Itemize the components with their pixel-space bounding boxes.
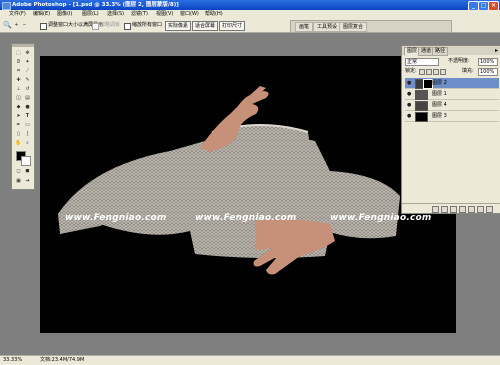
lock-label: 锁定: bbox=[405, 68, 417, 74]
lock-transparency-icon[interactable] bbox=[419, 69, 425, 75]
layer-row-3[interactable]: ● 图层 3 bbox=[405, 111, 499, 122]
pen-tool-icon[interactable]: ✒ bbox=[15, 122, 22, 129]
layer-style-icon[interactable] bbox=[441, 206, 448, 213]
palette-tab-brushes[interactable]: 画笔 bbox=[295, 22, 314, 32]
blur-tool-icon[interactable]: ◆ bbox=[15, 104, 22, 111]
add-mask-icon[interactable] bbox=[450, 206, 457, 213]
visibility-eye-icon[interactable]: ● bbox=[407, 114, 411, 119]
layer-thumbnail bbox=[415, 112, 428, 122]
document-canvas[interactable]: www.Fengniao.com www.Fengniao.com www.Fe… bbox=[40, 56, 456, 333]
eraser-tool-icon[interactable]: ◫ bbox=[15, 95, 22, 102]
delete-layer-icon[interactable] bbox=[486, 206, 493, 213]
layer-row-4[interactable]: ● 图层 4 bbox=[405, 100, 499, 111]
toolbox: ⬚ ✥ ᘐ ✦ ⌗ ⟋ ✚ ✎ ⊥ ↺ ◫ ▤ ◆ ● ➤ T ✒ ▭ ▯ ⟆ … bbox=[11, 43, 35, 190]
palette-tab-layer-comps[interactable]: 图层复合 bbox=[339, 22, 368, 32]
ignore-palettes-label: 忽略调板 bbox=[100, 22, 121, 28]
opacity-input[interactable]: 100% bbox=[478, 58, 498, 66]
menu-bar: 文件(F) 编辑(E) 图像(I) 图层(L) 选择(S) 滤镜(T) 视图(V… bbox=[0, 10, 500, 19]
hand-tool-icon[interactable]: ✋ bbox=[15, 140, 22, 147]
shape-tool-icon[interactable]: ▭ bbox=[24, 122, 31, 129]
menu-file[interactable]: 文件(F) bbox=[9, 10, 26, 19]
path-selection-tool-icon[interactable]: ➤ bbox=[15, 113, 22, 120]
menu-image[interactable]: 图像(I) bbox=[57, 10, 72, 19]
opacity-label: 不透明度: bbox=[448, 58, 470, 64]
menu-filter[interactable]: 滤镜(T) bbox=[131, 10, 148, 19]
tab-paths[interactable]: 路径 bbox=[432, 47, 449, 56]
blend-mode-select[interactable]: 正常 bbox=[405, 58, 439, 66]
palette-tab-tool-presets[interactable]: 工具预设 bbox=[313, 22, 342, 32]
background-color-swatch[interactable] bbox=[21, 156, 31, 166]
eyedropper-tool-icon[interactable]: ⟆ bbox=[24, 131, 31, 138]
zoom-all-windows-label: 缩放所有窗口 bbox=[132, 22, 163, 28]
layer-row-1[interactable]: ● 图层 1 bbox=[405, 89, 499, 100]
fill-label: 填充: bbox=[462, 68, 474, 74]
menu-select[interactable]: 选择(S) bbox=[107, 10, 124, 19]
lock-all-icon[interactable] bbox=[440, 69, 446, 75]
jump-to-imageready-icon[interactable]: ➜ bbox=[24, 178, 31, 185]
gradient-tool-icon[interactable]: ▤ bbox=[24, 95, 31, 102]
layer-name[interactable]: 图层 4 bbox=[432, 102, 447, 108]
resize-windows-checkbox[interactable] bbox=[40, 23, 47, 30]
layers-palette-footer bbox=[402, 203, 500, 213]
move-tool-icon[interactable]: ✥ bbox=[24, 50, 31, 57]
sweater-hands-image bbox=[58, 86, 400, 275]
healing-brush-tool-icon[interactable]: ✚ bbox=[15, 77, 22, 84]
palette-well: 画笔 工具预设 图层复合 bbox=[290, 20, 452, 33]
title-bar: Adobe Photoshop - [1.psd @ 33.3% (图层 2, … bbox=[0, 0, 500, 11]
zoom-out-icon[interactable]: − bbox=[21, 22, 28, 29]
palette-menu-icon[interactable]: ▸ bbox=[495, 47, 498, 54]
clone-stamp-tool-icon[interactable]: ⊥ bbox=[15, 86, 22, 93]
fit-on-screen-button[interactable]: 适合屏幕 bbox=[192, 21, 218, 31]
lock-image-icon[interactable] bbox=[426, 69, 432, 75]
zoom-in-icon[interactable]: + bbox=[13, 22, 20, 29]
quick-mask-mode-icon[interactable]: ◼ bbox=[24, 168, 31, 175]
visibility-eye-icon[interactable]: ● bbox=[407, 103, 411, 108]
watermark-3: www.Fengniao.com bbox=[330, 213, 432, 223]
lock-position-icon[interactable] bbox=[433, 69, 439, 75]
menu-edit[interactable]: 编辑(E) bbox=[33, 10, 50, 19]
marquee-tool-icon[interactable]: ⬚ bbox=[15, 50, 22, 57]
layer-name[interactable]: 图层 1 bbox=[432, 91, 447, 97]
zoom-all-windows-checkbox[interactable] bbox=[124, 23, 131, 30]
layers-palette: 图层 通道 路径 ▸ 正常 不透明度: 100% 锁定: 填充: 100% ● … bbox=[401, 45, 500, 214]
visibility-eye-icon[interactable]: ● bbox=[407, 81, 411, 86]
layer-name[interactable]: 图层 3 bbox=[432, 113, 447, 119]
link-layers-icon[interactable] bbox=[432, 206, 439, 213]
adjustment-layer-icon[interactable] bbox=[468, 206, 475, 213]
screen-mode-icon[interactable]: ▣ bbox=[15, 178, 22, 185]
layer-name[interactable]: 图层 2 bbox=[432, 80, 447, 86]
magic-wand-tool-icon[interactable]: ✦ bbox=[24, 59, 31, 66]
slice-tool-icon[interactable]: ⟋ bbox=[24, 68, 31, 75]
layer-row-2[interactable]: ● 图层 2 bbox=[405, 78, 499, 89]
print-size-button[interactable]: 打印尺寸 bbox=[219, 21, 245, 31]
watermark-1: www.Fengniao.com bbox=[65, 213, 167, 223]
standard-mode-icon[interactable]: ◻ bbox=[15, 168, 22, 175]
actual-pixels-button[interactable]: 实际像素 bbox=[165, 21, 191, 31]
layers-palette-header[interactable]: 图层 通道 路径 ▸ bbox=[402, 46, 500, 56]
menu-view[interactable]: 视图(V) bbox=[156, 10, 173, 19]
history-brush-tool-icon[interactable]: ↺ bbox=[24, 86, 31, 93]
ignore-palettes-checkbox[interactable] bbox=[92, 23, 99, 30]
lasso-tool-icon[interactable]: ᘐ bbox=[15, 59, 22, 66]
zoom-tool-box-icon[interactable]: ⌕ bbox=[24, 140, 31, 147]
brush-tool-icon[interactable]: ✎ bbox=[24, 77, 31, 84]
fill-input[interactable]: 100% bbox=[478, 68, 498, 76]
layer-thumbnail bbox=[415, 90, 428, 100]
window-title: Adobe Photoshop - [1.psd @ 33.3% (图层 2, … bbox=[12, 2, 179, 8]
type-tool-icon[interactable]: T bbox=[24, 113, 31, 120]
zoom-tool-icon[interactable]: 🔍 bbox=[3, 22, 12, 29]
visibility-eye-icon[interactable]: ● bbox=[407, 92, 411, 97]
menu-help[interactable]: 帮助(H) bbox=[205, 10, 223, 19]
dodge-tool-icon[interactable]: ● bbox=[24, 104, 31, 111]
photoshop-app-icon bbox=[2, 2, 11, 10]
toolbox-grip[interactable] bbox=[12, 44, 34, 47]
new-layer-icon[interactable] bbox=[477, 206, 484, 213]
menu-window[interactable]: 窗口(W) bbox=[180, 10, 199, 19]
layer-thumbnail bbox=[415, 101, 428, 111]
watermark-2: www.Fengniao.com bbox=[195, 213, 297, 223]
crop-tool-icon[interactable]: ⌗ bbox=[15, 68, 22, 75]
notes-tool-icon[interactable]: ▯ bbox=[15, 131, 22, 138]
menu-layer[interactable]: 图层(L) bbox=[82, 10, 99, 19]
new-group-icon[interactable] bbox=[459, 206, 466, 213]
